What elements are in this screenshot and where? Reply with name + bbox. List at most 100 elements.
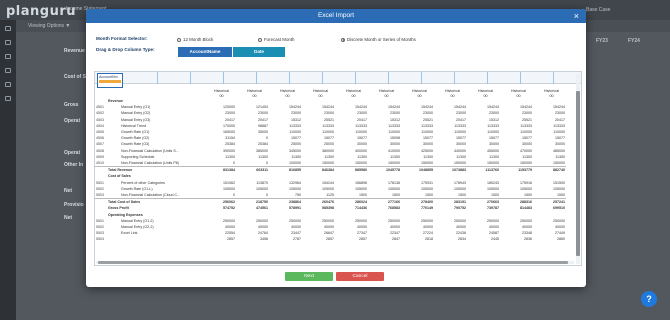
value-cell: 257241 (533, 198, 566, 206)
account-code-cell (95, 198, 107, 206)
bg-row-label: Other In (64, 162, 84, 168)
column-drop-cell[interactable] (158, 72, 191, 84)
bg-row-label: Gross (64, 102, 79, 108)
value-cell: 2857 (359, 237, 367, 242)
value-cell: 1500 (557, 193, 565, 198)
table-row: 4508 Non-Financial Calculation (Units S..… (95, 148, 566, 154)
value-cell: 150000 (421, 161, 433, 166)
bg-row-label: Operat (64, 150, 81, 156)
column-drop-cell[interactable] (389, 72, 422, 84)
column-drop-cell[interactable] (422, 72, 455, 84)
viewing-options[interactable]: Viewing Options ▼ (28, 23, 70, 29)
date-column-type[interactable]: Date (233, 47, 285, 57)
value-cell: 2857 (326, 237, 334, 242)
value-cell: 150000 (322, 161, 334, 166)
radio-label: 12 Month Block (183, 37, 214, 42)
chart-icon[interactable] (5, 68, 11, 73)
value-cell: 283191 (434, 198, 467, 206)
period-header: Historical 00 (337, 89, 370, 98)
bg-row-label: Provisio (64, 202, 84, 208)
table-row: 5504 2857 3456 2787 2857 2857 2847 2818 2834 2445… (95, 236, 566, 242)
column-drop-cell[interactable] (191, 72, 224, 84)
close-icon[interactable]: × (574, 10, 579, 22)
radio-icon (177, 37, 181, 42)
column-drop-cell[interactable] (521, 72, 554, 84)
account-name-cell: Non-Financial Calculation (Cloud C... (121, 193, 181, 198)
value-cell: 1500 (425, 193, 433, 198)
home-icon[interactable] (5, 26, 11, 31)
excel-import-modal: Excel Import × Month Format Selector: 12… (86, 9, 586, 287)
account-name-column-type[interactable]: AccountName (178, 47, 232, 57)
value-cell: 286024 (335, 198, 368, 206)
value-cell: 260476 (302, 198, 335, 206)
account-name-drop-tag[interactable]: AccountNm (97, 73, 123, 88)
account-code-cell (95, 166, 107, 174)
month-format-label: Month Format Selector: (96, 36, 148, 41)
account-code-cell: 5503 (96, 193, 104, 198)
value-cell: 2847 (392, 237, 400, 242)
radio-icon (258, 37, 262, 42)
topbar-item[interactable]: Base Case (586, 7, 610, 13)
period-header: Historical 00 (304, 89, 337, 98)
value-cell: 0 (266, 161, 268, 166)
left-nav-rail (0, 20, 16, 320)
value-cell: 1500 (392, 193, 400, 198)
column-drop-cell[interactable] (488, 72, 521, 84)
bg-row-label: Operat (64, 118, 81, 124)
radio-discrete-month[interactable]: Discrete Month or Series of Months (341, 37, 416, 42)
radio-label: Discrete Month or Series of Months (347, 37, 416, 42)
period-header: Historical 00 (403, 89, 436, 98)
help-button[interactable]: ? (641, 291, 657, 307)
value-cell: 831384 (203, 166, 236, 174)
value-cell: 882740 (533, 166, 566, 174)
drop-tag-marker (99, 80, 121, 83)
account-code-cell: 4510 (96, 161, 104, 166)
period-header: Historical 00 (238, 89, 271, 98)
value-cell: 150000 (520, 161, 532, 166)
account-name-cell: Non-Financial Calculation (Units P6) (121, 161, 179, 166)
value-cell: 885580 (335, 166, 368, 174)
value-cell: 2857 (227, 237, 235, 242)
bg-row-label: Cost of S (64, 74, 86, 80)
period-header: Historical 00 (370, 89, 403, 98)
column-drop-cell[interactable] (224, 72, 257, 84)
column-drop-cell[interactable] (356, 72, 389, 84)
column-drop-row[interactable] (95, 72, 581, 84)
column-drop-cell[interactable] (323, 72, 356, 84)
edit-icon[interactable] (5, 82, 11, 87)
value-cell: 150000 (487, 161, 499, 166)
column-drop-cell[interactable] (257, 72, 290, 84)
settings-icon[interactable] (5, 54, 11, 59)
table-row: Total Revenue 831384 663311 816855 846384 885… (95, 166, 566, 174)
bg-row-label: Net (64, 215, 73, 221)
cancel-button[interactable]: Cancel (336, 272, 384, 281)
list-icon[interactable] (5, 40, 11, 45)
horizontal-scroll-thumb[interactable] (98, 261, 568, 264)
column-type-label: Drag & Drop Column Type: (96, 47, 155, 52)
radio-label: Forecast Month (264, 37, 295, 42)
value-cell: 1500 (491, 193, 499, 198)
radio-selected-icon (341, 37, 345, 42)
value-cell: 1125 (326, 193, 334, 198)
value-cell: 150000 (355, 161, 367, 166)
period-header: Historical 00 (205, 89, 238, 98)
radio-12-month-block[interactable]: 12 Month Block (177, 37, 213, 42)
column-drop-cell[interactable] (125, 72, 158, 84)
bg-row-label: Revenue (64, 48, 85, 54)
column-drop-cell[interactable] (455, 72, 488, 84)
radio-forecast-month[interactable]: Forecast Month (258, 37, 295, 42)
value-cell: 278400 (401, 198, 434, 206)
next-button[interactable]: Next (285, 272, 333, 281)
period-header: Historical 00 (469, 89, 502, 98)
value-cell: 0 (266, 193, 268, 198)
bg-col-header: FY23 (596, 38, 608, 44)
report-icon[interactable] (5, 96, 11, 101)
value-cell: 2836 (524, 237, 532, 242)
column-drop-cell[interactable] (290, 72, 323, 84)
bg-row-label: Net (64, 188, 73, 194)
table-row: Total Cost of Sales 256062 218750 238864 260… (95, 198, 566, 206)
vertical-scroll-thumb[interactable] (576, 91, 580, 256)
account-code-cell: 5504 (96, 237, 104, 242)
value-cell: 256062 (203, 198, 236, 206)
value-cell: 1113760 (467, 166, 500, 174)
